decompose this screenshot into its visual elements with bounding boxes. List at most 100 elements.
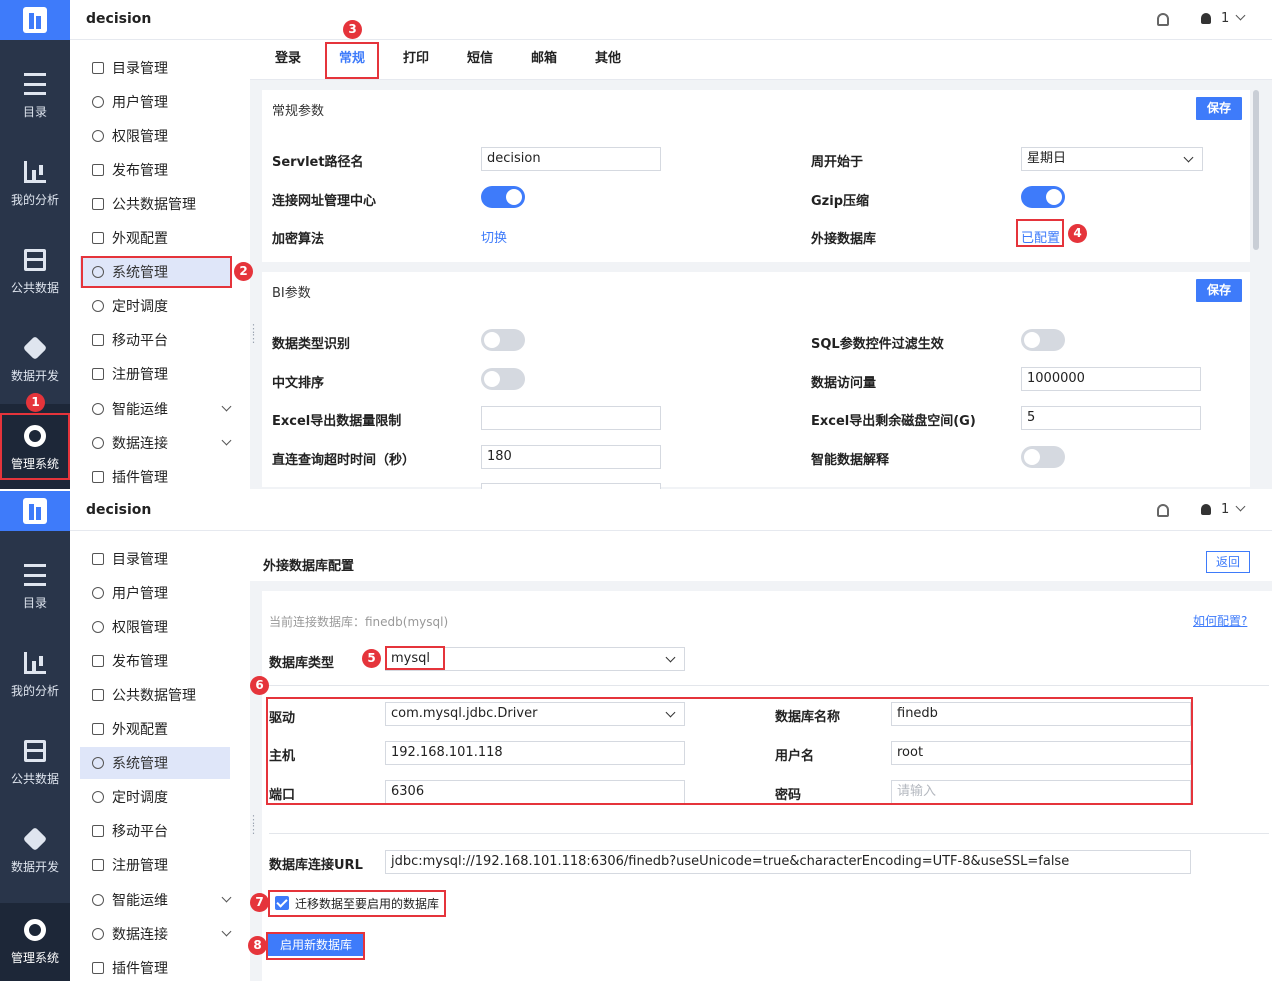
menu-item-public-data[interactable]: 公共数据管理 (80, 679, 230, 711)
chevron-down-icon (221, 401, 232, 412)
menu-item-system[interactable]: 系统管理 (80, 747, 230, 779)
username-input[interactable]: root (891, 741, 1191, 765)
menu-item-users[interactable]: 用户管理 (80, 577, 230, 609)
return-button[interactable]: 返回 (1206, 551, 1250, 573)
rail-item-public-data[interactable]: 公共数据 (0, 228, 70, 316)
menu-item-ops[interactable]: 智能运维 (80, 884, 232, 916)
scrollbar[interactable] (1253, 90, 1259, 250)
menu-item-appearance[interactable]: 外观配置 (80, 222, 230, 254)
menu-item-plugins[interactable]: 插件管理 (80, 461, 230, 489)
general-params-section: 常规参数 保存 Servlet路径名 decision 周开始于 星期日 连接网… (262, 90, 1250, 262)
tab-general[interactable]: 常规 (328, 40, 376, 80)
menu-item-publish[interactable]: 发布管理 (80, 154, 230, 186)
menu-item-data-connection[interactable]: 数据连接 (80, 918, 232, 950)
port-input[interactable]: 6306 (385, 780, 685, 804)
section-title: BI参数 (272, 286, 311, 301)
rail-item-admin[interactable]: 管理系统 (0, 404, 70, 489)
tab-other[interactable]: 其他 (584, 40, 632, 80)
ext-db-configured-link[interactable]: 已配置 (1021, 227, 1060, 246)
cube-icon (22, 826, 48, 851)
resize-handle[interactable]: ⋮ ⋮ (248, 323, 259, 344)
menu-item-appearance[interactable]: 外观配置 (80, 713, 230, 745)
type-detect-toggle[interactable] (481, 329, 525, 351)
cn-sort-toggle[interactable] (481, 368, 525, 390)
host-label: 主机 (269, 749, 296, 764)
app-logo[interactable] (0, 0, 70, 40)
password-label: 密码 (775, 788, 802, 803)
menu-item-schedule[interactable]: 定时调度 (80, 290, 230, 322)
user-icon (92, 587, 104, 599)
url-input[interactable]: jdbc:mysql://192.168.101.118:6306/finedb… (385, 850, 1191, 874)
app-logo[interactable] (0, 491, 70, 531)
bell-icon[interactable] (1157, 504, 1169, 517)
tab-login[interactable]: 登录 (264, 40, 312, 80)
driver-select[interactable]: com.mysql.jdbc.Driver (385, 702, 685, 726)
excel-limit-input[interactable] (481, 406, 661, 430)
sql-filter-toggle[interactable] (1021, 329, 1065, 351)
link-icon (92, 437, 104, 449)
catalog-icon (92, 553, 104, 565)
host-input[interactable]: 192.168.101.118 (385, 741, 685, 765)
menu-item-ops[interactable]: 智能运维 (80, 393, 232, 425)
rail-item-analysis[interactable]: 我的分析 (0, 140, 70, 228)
rail-item-public-data[interactable]: 公共数据 (0, 719, 70, 807)
gear-icon (24, 918, 46, 941)
how-to-config-link[interactable]: 如何配置? (1193, 612, 1247, 629)
menu-item-permissions[interactable]: 权限管理 (80, 120, 230, 152)
rail-item-catalog[interactable]: 目录 (0, 543, 70, 631)
rail-item-data-dev[interactable]: 数据开发 (0, 316, 70, 404)
menu-item-register[interactable]: 注册管理 (80, 849, 230, 881)
tab-sms[interactable]: 短信 (456, 40, 504, 80)
plugin-icon (92, 471, 104, 483)
user-menu[interactable]: 1 (1201, 501, 1246, 517)
rail-item-analysis[interactable]: 我的分析 (0, 631, 70, 719)
password-input[interactable]: 请输入 (891, 780, 1191, 804)
tab-email[interactable]: 邮箱 (520, 40, 568, 80)
menu-item-permissions[interactable]: 权限管理 (80, 611, 230, 643)
db-type-select[interactable]: mysql (385, 647, 685, 671)
smart-explain-toggle[interactable] (1021, 446, 1065, 468)
tab-print[interactable]: 打印 (392, 40, 440, 80)
menu-item-publish[interactable]: 发布管理 (80, 645, 230, 677)
excel-disk-input[interactable]: 5 (1021, 406, 1201, 430)
menu-item-catalog[interactable]: 目录管理 (80, 543, 230, 575)
sql-filter-label: SQL参数控件过滤生效 (811, 337, 944, 352)
servlet-label: Servlet路径名 (272, 155, 364, 170)
db-name-input[interactable]: finedb (891, 702, 1191, 726)
connect-center-toggle[interactable] (481, 186, 525, 208)
menu-item-public-data[interactable]: 公共数据管理 (80, 188, 230, 220)
encrypt-switch-link[interactable]: 切换 (481, 227, 507, 246)
ops-icon (92, 894, 104, 906)
save-button[interactable]: 保存 (1196, 97, 1242, 120)
menu-item-data-connection[interactable]: 数据连接 (80, 427, 232, 459)
migrate-checkbox[interactable] (275, 896, 289, 910)
access-input[interactable]: 1000000 (1021, 367, 1201, 391)
driver-label: 驱动 (269, 711, 296, 726)
catalog-icon (92, 62, 104, 74)
publish-icon (92, 164, 104, 176)
save-button[interactable]: 保存 (1196, 279, 1242, 302)
side-menu: 目录管理 用户管理 权限管理 发布管理 公共数据管理 外观配置 系统管理 定时调… (70, 40, 250, 489)
menu-item-catalog[interactable]: 目录管理 (80, 52, 230, 84)
rail-item-data-dev[interactable]: 数据开发 (0, 807, 70, 895)
menu-item-users[interactable]: 用户管理 (80, 86, 230, 118)
gzip-toggle[interactable] (1021, 186, 1065, 208)
rail-item-catalog[interactable]: 目录 (0, 52, 70, 140)
chevron-down-icon (221, 435, 232, 446)
menu-item-register[interactable]: 注册管理 (80, 358, 230, 390)
timeout-input[interactable]: 180 (481, 445, 661, 469)
step-badge: 1 (26, 393, 45, 412)
menu-item-mobile[interactable]: 移动平台 (80, 324, 230, 356)
resize-handle[interactable]: ⋮ ⋮ (248, 814, 259, 835)
rail-item-admin[interactable]: 管理系统 (0, 903, 70, 981)
menu-item-mobile[interactable]: 移动平台 (80, 815, 230, 847)
tab-bar: 登录 常规 打印 短信 邮箱 其他 (250, 40, 1272, 80)
enable-new-db-button[interactable]: 启用新数据库 (268, 934, 364, 956)
menu-item-schedule[interactable]: 定时调度 (80, 781, 230, 813)
servlet-input[interactable]: decision (481, 147, 661, 171)
menu-item-plugins[interactable]: 插件管理 (80, 952, 230, 981)
bell-icon[interactable] (1157, 13, 1169, 26)
user-menu[interactable]: 1 (1201, 10, 1246, 26)
week-start-select[interactable]: 星期日 (1021, 147, 1203, 171)
menu-item-system[interactable]: 系统管理 (80, 256, 230, 288)
